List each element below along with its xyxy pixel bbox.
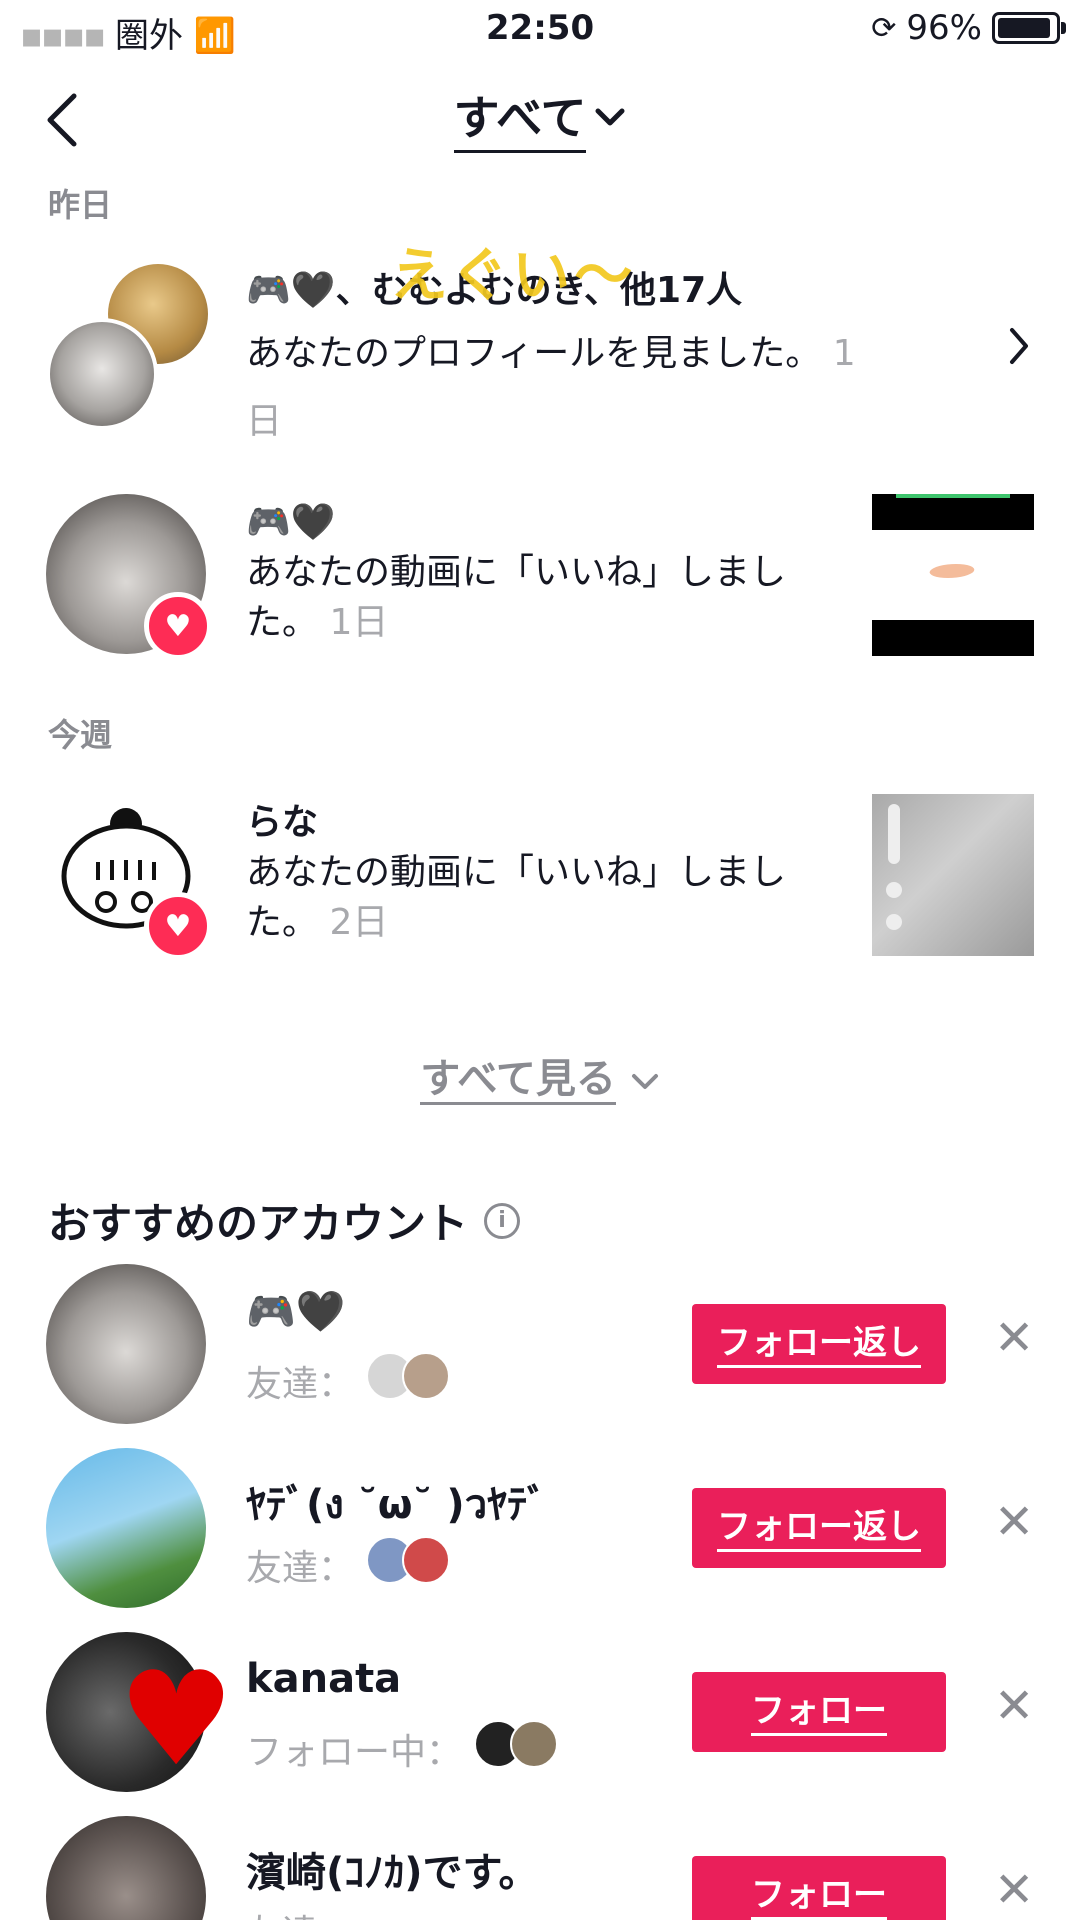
recommended-header: おすすめのアカウント i [48, 1190, 521, 1251]
mutual-friends: 友達： [246, 1352, 451, 1409]
mutual-following: フォロー中： [246, 1720, 559, 1777]
mutual-friends: 友達： [246, 1904, 354, 1920]
dismiss-icon[interactable]: ✕ [994, 1678, 1034, 1734]
video-thumbnail[interactable] [872, 794, 1034, 956]
dismiss-icon[interactable]: ✕ [994, 1494, 1034, 1550]
heart-icon: ♥ [144, 592, 212, 660]
recommended-account[interactable]: ﾔﾃﾞ(ง ˘ω˘ )วﾔﾃﾞ 友達： フォロー返し ✕ [0, 1448, 1080, 1618]
battery-icon [992, 12, 1066, 44]
notification-name: らな [246, 802, 319, 843]
notification-like[interactable]: ♥ らな あなたの動画に「いいね」しました。 2日 [0, 790, 1080, 970]
see-all-button[interactable]: すべて見る [0, 1046, 1080, 1105]
notification-message: あなたの動画に「いいね」しました。 1日 [246, 548, 826, 648]
button-label: フォロー返し [717, 1321, 921, 1368]
follow-back-button[interactable]: フォロー返し [692, 1488, 946, 1568]
page-title: すべて [453, 82, 587, 153]
chevron-right-icon [1010, 328, 1028, 364]
button-label: フォロー [751, 1689, 887, 1736]
mutual-avatars [474, 1720, 559, 1777]
notification-time: 2日 [329, 902, 389, 943]
notification-message: あなたの動画に「いいね」しました。 2日 [246, 848, 826, 948]
account-name: 濱崎(ｺﾉｶ)です。 [246, 1850, 539, 1896]
chevron-down-icon [631, 1074, 658, 1089]
heart-sticker-icon: ♥ [118, 1643, 235, 1795]
sticker-text: えぐい〜 [390, 241, 637, 309]
notification-body: らな あなたの動画に「いいね」しました。 2日 [246, 798, 826, 948]
notification-text: あなたのプロフィールを見ました。 [246, 333, 822, 374]
section-this-week: 今週 [48, 716, 113, 754]
avatar [46, 1816, 206, 1920]
recommended-title: おすすめのアカウント [48, 1199, 469, 1248]
chevron-down-icon [595, 108, 625, 125]
battery-percent: 96% [906, 8, 982, 48]
mutual-label: 友達： [246, 1547, 355, 1589]
dismiss-icon[interactable]: ✕ [994, 1862, 1034, 1918]
mutual-avatars [366, 1536, 451, 1593]
heart-icon: ♥ [144, 892, 212, 960]
recommended-account[interactable]: 濱崎(ｺﾉｶ)です。 友達： フォロー ✕ [0, 1816, 1080, 1920]
filter-dropdown[interactable]: すべて [453, 82, 627, 153]
notification-text: あなたの動画に「いいね」しました。 [246, 852, 787, 943]
follow-button[interactable]: フォロー [692, 1672, 946, 1752]
mutual-label: 友達： [246, 1363, 355, 1405]
mutual-friends: 友達： [246, 1536, 451, 1593]
button-label: フォロー返し [717, 1505, 921, 1552]
video-thumbnail[interactable] [872, 494, 1034, 656]
section-yesterday: 昨日 [48, 186, 113, 224]
status-right: ⟳ 96% [871, 8, 1066, 48]
rotation-lock-icon: ⟳ [871, 10, 897, 46]
account-name: ﾔﾃﾞ(ง ˘ω˘ )วﾔﾃﾞ [246, 1482, 548, 1528]
status-bar: ▪▪▪▪ 圏外 📶 22:50 ⟳ 96% [0, 0, 1080, 60]
follow-button[interactable]: フォロー [692, 1856, 946, 1920]
follow-back-button[interactable]: フォロー返し [692, 1304, 946, 1384]
notification-message: あなたのプロフィールを見ました。 1日 [246, 320, 866, 456]
recommended-account[interactable]: 🎮🖤 友達： フォロー返し ✕ [0, 1264, 1080, 1434]
avatar [46, 1448, 206, 1608]
notification-name: 🎮🖤 [246, 502, 336, 543]
dismiss-icon[interactable]: ✕ [994, 1310, 1034, 1366]
notification-like[interactable]: ♥ 🎮🖤 あなたの動画に「いいね」しました。 1日 [0, 490, 1080, 670]
avatar [46, 1264, 206, 1424]
mutual-avatars [366, 1352, 451, 1409]
notification-time: 1日 [329, 602, 389, 643]
account-name: kanata [246, 1656, 402, 1702]
notification-text: あなたの動画に「いいね」しました。 [246, 552, 787, 643]
info-icon[interactable]: i [484, 1202, 521, 1239]
mutual-label: フォロー中： [246, 1731, 463, 1773]
recommended-account[interactable]: ♥ kanata フォロー中： フォロー ✕ [0, 1632, 1080, 1802]
account-name: 🎮🖤 [246, 1289, 346, 1335]
mutual-label: 友達： [246, 1904, 354, 1920]
notification-body: 🎮🖤 あなたの動画に「いいね」しました。 1日 [246, 498, 826, 648]
button-label: フォロー [751, 1873, 887, 1920]
avatar [46, 318, 158, 430]
see-all-label: すべて見る [420, 1056, 616, 1105]
notification-profile-views[interactable]: 🎮🖤、むむよむのき、他17人 あなたのプロフィールを見ました。 1日 えぐい〜 [0, 241, 1080, 450]
header: すべて [0, 82, 1080, 153]
